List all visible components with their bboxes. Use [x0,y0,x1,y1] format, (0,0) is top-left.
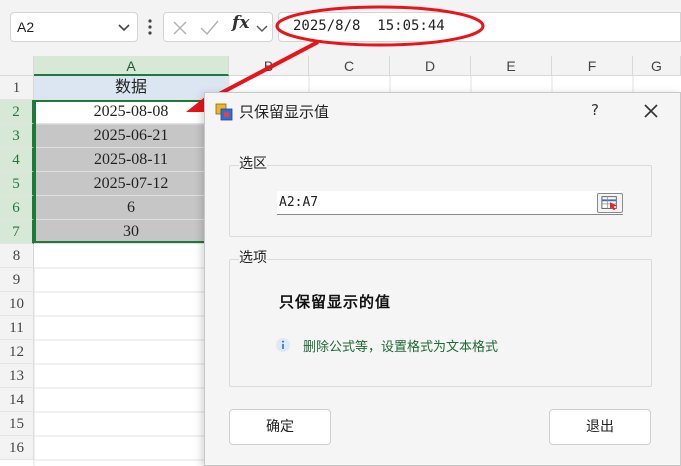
name-box-value: A2 [17,19,35,35]
range-input[interactable]: A2:A7 [277,191,623,215]
formula-input[interactable]: 2025/8/8 15:05:44 [278,12,681,42]
dialog-title-bar[interactable]: 只保留显示值 ? [205,93,680,129]
option-info-text: 删除公式等，设置格式为文本格式 [303,340,499,355]
chevron-down-icon[interactable] [115,17,133,37]
help-button[interactable]: ? [585,99,605,121]
formula-bar: A2 fx 2025/8/8 15:05:44 [0,0,681,56]
chevron-down-icon[interactable] [254,18,270,38]
app-icon [215,103,233,121]
cancel-icon[interactable] [170,18,190,38]
insert-function-button[interactable]: fx [232,13,249,33]
exit-button[interactable]: 退出 [549,409,651,445]
formula-value: 2025/8/8 15:05:44 [293,18,445,34]
options-group-label: 选项 [239,247,267,267]
dialog-title: 只保留显示值 [239,103,330,121]
range-group-label: 选区 [239,153,267,173]
range-value: A2:A7 [279,195,319,210]
options-group [229,259,652,387]
keep-display-values-dialog: 只保留显示值 ? 选区 A2:A7 选项 只保留显示的值 删除公式等，设置格式为… [204,92,681,466]
close-icon[interactable] [639,99,663,123]
range-select-icon[interactable] [597,193,623,213]
option-heading: 只保留显示的值 [279,293,392,311]
formula-controls [163,12,273,42]
more-vertical-icon[interactable] [144,16,156,38]
confirm-icon[interactable] [198,18,220,38]
ok-button[interactable]: 确定 [229,409,331,445]
info-icon [276,338,290,352]
name-box[interactable]: A2 [10,12,138,42]
